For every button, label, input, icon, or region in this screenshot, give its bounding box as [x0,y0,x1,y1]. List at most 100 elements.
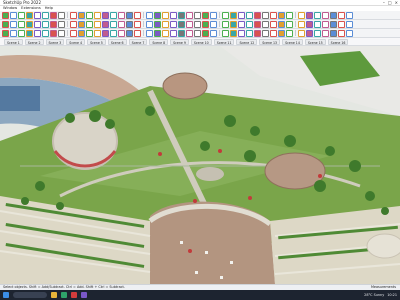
circle-icon[interactable] [50,11,57,19]
purge-icon[interactable] [230,29,237,37]
rectangle-icon[interactable] [42,11,49,19]
subdivide-icon[interactable] [314,20,321,28]
styles-panel-icon[interactable] [50,29,57,37]
solid-intersect-icon[interactable] [162,20,169,28]
zoom-extents-icon[interactable] [186,11,193,19]
taskbar-search[interactable] [13,292,47,298]
scene-tab[interactable]: Scene 14 [282,38,303,45]
paste-icon[interactable] [210,29,217,37]
warehouse-icon[interactable] [298,11,305,19]
skin-icon[interactable] [298,20,305,28]
top-view-icon[interactable] [10,20,17,28]
profile-icon[interactable] [270,20,277,28]
components-icon[interactable] [34,29,41,37]
push-pull-icon[interactable] [70,11,77,19]
section-cut-icon[interactable] [118,20,125,28]
soften-icon[interactable] [246,20,253,28]
move-icon[interactable] [78,11,85,19]
split-icon[interactable] [178,20,185,28]
help-icon[interactable] [346,11,353,19]
camera-icon[interactable] [118,29,125,37]
fence-icon[interactable] [330,29,337,37]
scenes-icon[interactable] [42,29,49,37]
style-icon[interactable] [262,11,269,19]
paint-icon[interactable] [18,11,25,19]
hidden-line-icon[interactable] [78,20,85,28]
round-corner-icon[interactable] [222,20,229,28]
import-icon[interactable] [134,29,141,37]
layout-icon[interactable] [314,11,321,19]
export-icon[interactable] [126,29,133,37]
mirror-icon[interactable] [338,20,345,28]
layer-icon[interactable] [238,11,245,19]
shape-bender-icon[interactable] [230,20,237,28]
curve-icon[interactable] [186,20,193,28]
weld-icon[interactable] [262,20,269,28]
print-icon[interactable] [146,29,153,37]
explorer-icon[interactable] [51,292,57,298]
sun-icon[interactable] [270,29,277,37]
text-icon[interactable] [134,11,141,19]
scene-tab[interactable]: Scene 2 [24,38,44,45]
outer-shell-icon[interactable] [170,20,177,28]
shadow-icon[interactable] [246,11,253,19]
delete-icon[interactable] [222,29,229,37]
lamp-icon[interactable] [338,29,345,37]
sketchup-icon[interactable] [71,292,77,298]
scene-tab[interactable]: Scene 12 [236,38,258,45]
loft-icon[interactable] [286,20,293,28]
back-view-icon[interactable] [34,20,41,28]
scene-tab[interactable]: Scene 7 [128,38,148,45]
info-icon[interactable] [330,11,337,19]
light-icon[interactable] [110,29,117,37]
polygon-icon[interactable] [58,11,65,19]
fog-panel-icon[interactable] [70,29,77,37]
look-around-icon[interactable] [202,11,209,19]
group-icon[interactable] [230,11,237,19]
building-icon[interactable] [322,29,329,37]
report-icon[interactable] [238,29,245,37]
render-icon[interactable] [102,29,109,37]
left-view-icon[interactable] [42,20,49,28]
orbit-icon[interactable] [162,11,169,19]
section-icon[interactable] [210,11,217,19]
scene-tab[interactable]: Scene 13 [259,38,281,45]
monochrome-icon[interactable] [102,20,109,28]
component-icon[interactable] [222,11,229,19]
tape-icon[interactable] [110,11,117,19]
styles-icon[interactable] [322,11,329,19]
terrain-icon[interactable] [314,29,321,37]
back-edges-icon[interactable] [58,20,65,28]
scene-tab[interactable]: Scene 4 [66,38,86,45]
scene-tab[interactable]: Scene 3 [45,38,65,45]
grass-icon[interactable] [278,29,285,37]
axes-icon[interactable] [146,11,153,19]
select-icon[interactable] [2,11,9,19]
spline-icon[interactable] [202,20,209,28]
shaded-icon[interactable] [86,20,93,28]
section-fill-icon[interactable] [126,20,133,28]
extension-icon[interactable] [306,11,313,19]
eraser-icon[interactable] [10,11,17,19]
rotate-icon[interactable] [86,11,93,19]
soften-panel-icon[interactable] [78,29,85,37]
match-photo-icon[interactable] [278,11,285,19]
water-icon[interactable] [306,29,313,37]
dimension-icon[interactable] [118,11,125,19]
align-icon[interactable] [346,20,353,28]
open-icon[interactable] [162,29,169,37]
extrude-icon[interactable] [278,20,285,28]
tray-icon[interactable] [94,29,101,37]
scene-tab[interactable]: Scene 11 [213,38,235,45]
solid-subtract-icon[interactable] [146,20,153,28]
model-viewport[interactable] [0,46,400,284]
start-icon[interactable] [3,292,9,298]
zoom-icon[interactable] [178,11,185,19]
scene-tab[interactable]: Scene 5 [87,38,106,45]
bench-icon[interactable] [346,29,353,37]
arc-icon[interactable] [34,11,41,19]
array-icon[interactable] [330,20,337,28]
fog-icon[interactable] [254,11,261,19]
scene-tab[interactable]: Scene 10 [190,38,212,45]
outliner-icon[interactable] [26,29,33,37]
